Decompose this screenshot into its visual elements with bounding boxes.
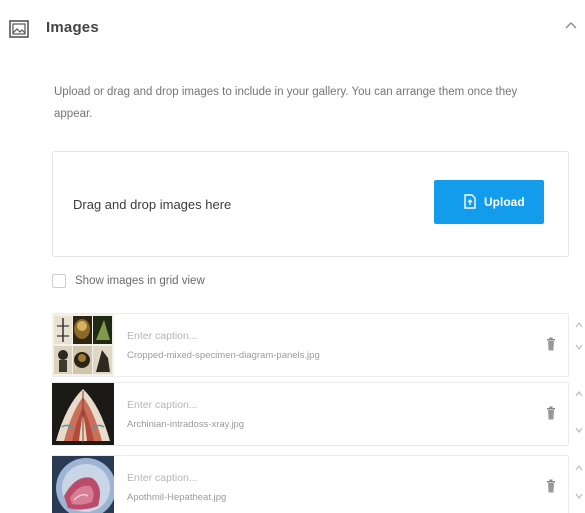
upload-file-icon — [464, 194, 476, 209]
trash-icon[interactable] — [546, 479, 556, 493]
image-thumbnail — [52, 456, 114, 513]
reorder-controls — [575, 385, 585, 445]
arrow-down-icon[interactable] — [575, 493, 583, 499]
panel-description: Upload or drag and drop images to includ… — [54, 86, 518, 120]
arrow-up-icon[interactable] — [575, 322, 583, 328]
upload-button[interactable]: Upload — [434, 180, 544, 224]
caption-input[interactable] — [127, 397, 427, 413]
upload-button-label: Upload — [484, 194, 525, 209]
caption-input[interactable] — [127, 328, 427, 344]
arrow-up-icon[interactable] — [575, 391, 583, 397]
grid-view-label: Show images in grid view — [75, 275, 205, 287]
reorder-controls — [575, 316, 585, 376]
arrow-up-icon[interactable] — [575, 465, 583, 471]
image-dropzone[interactable]: Drag and drop images here Upload — [52, 151, 569, 257]
image-file-name: Apothmil-Hepatheat.jpg — [127, 492, 227, 503]
image-thumbnail — [52, 383, 114, 445]
arrow-down-icon[interactable] — [575, 427, 583, 433]
dropzone-text: Drag and drop images here — [73, 197, 232, 212]
panel-title: Images — [46, 19, 99, 36]
panel-header[interactable]: Images — [0, 0, 585, 58]
image-list-item[interactable]: Archinian-intradoss-xray.jpg — [52, 382, 569, 446]
images-panel: Images Upload or drag and drop images to… — [0, 0, 585, 513]
trash-icon[interactable] — [546, 406, 556, 420]
caption-input[interactable] — [127, 470, 427, 486]
trash-icon[interactable] — [546, 337, 556, 351]
image-file-name: Cropped-mixed-specimen-diagram-panels.jp… — [127, 350, 320, 361]
image-list-item[interactable]: Apothmil-Hepatheat.jpg — [52, 455, 569, 513]
image-thumbnail — [52, 314, 114, 376]
grid-view-toggle[interactable]: Show images in grid view — [52, 272, 205, 290]
grid-view-checkbox[interactable] — [52, 274, 66, 288]
image-list-item[interactable]: Cropped-mixed-specimen-diagram-panels.jp… — [52, 313, 569, 377]
image-file-name: Archinian-intradoss-xray.jpg — [127, 419, 245, 430]
reorder-controls — [575, 457, 585, 513]
arrow-down-icon[interactable] — [575, 344, 583, 350]
chevron-up-icon[interactable] — [563, 18, 579, 34]
image-icon — [9, 20, 29, 38]
